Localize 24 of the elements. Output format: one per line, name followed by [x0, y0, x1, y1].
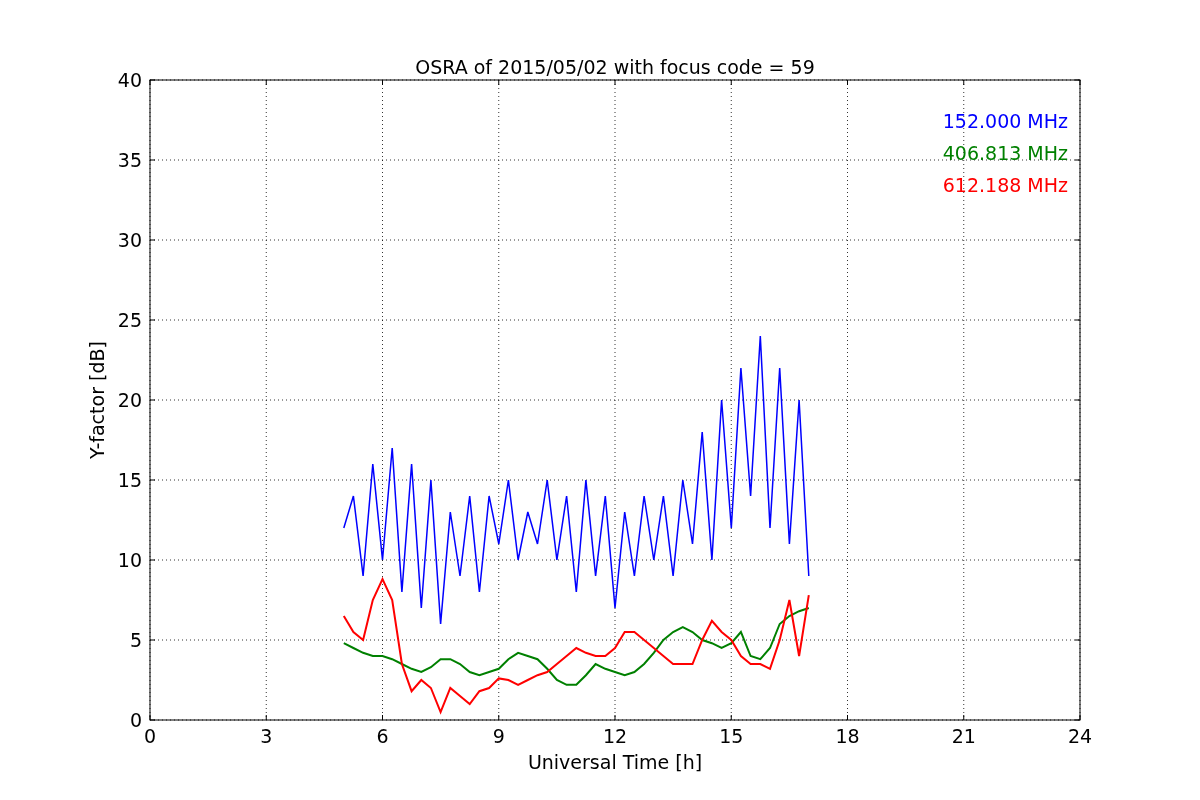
- y-tick-label: 25: [117, 309, 142, 331]
- chart-title: OSRA of 2015/05/02 with focus code = 59: [415, 56, 815, 78]
- x-tick-label: 12: [602, 725, 628, 747]
- x-tick-label: 21: [951, 725, 976, 747]
- legend-label: 152.000 MHz: [942, 110, 1068, 132]
- y-tick-label: 0: [129, 709, 142, 731]
- x-tick-label: 15: [719, 725, 744, 747]
- y-tick-label: 35: [117, 149, 142, 171]
- y-tick-label: 10: [117, 549, 142, 571]
- y-tick-label: 5: [129, 629, 142, 651]
- legend-label: 612.188 MHz: [942, 174, 1068, 196]
- y-axis-label: Y-factor [dB]: [86, 341, 108, 459]
- y-tick-label: 15: [117, 469, 142, 491]
- x-tick-label: 6: [376, 725, 389, 747]
- x-tick-label: 24: [1067, 725, 1093, 747]
- legend-label: 406.813 MHz: [942, 142, 1068, 164]
- x-tick-label: 9: [492, 725, 505, 747]
- y-tick-label: 30: [117, 229, 142, 251]
- x-axis-label: Universal Time [h]: [527, 751, 703, 773]
- x-tick-label: 18: [835, 725, 860, 747]
- x-tick-label: 0: [143, 725, 157, 747]
- x-tick-label: 3: [260, 725, 273, 747]
- y-tick-label: 40: [117, 69, 142, 91]
- y-tick-label: 20: [117, 389, 142, 411]
